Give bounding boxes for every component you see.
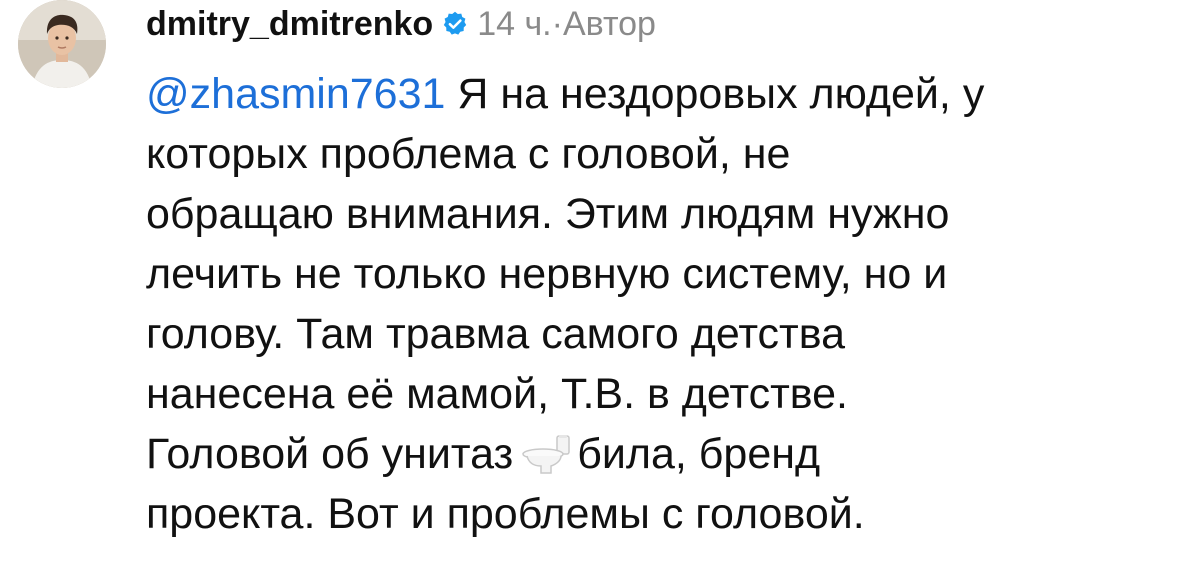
comment-line: голову. Там травма самого детства (146, 310, 846, 358)
comment-line: проекта. Вот и проблемы с головой. (146, 490, 865, 538)
comment-header: dmitry_dmitrenko 14 ч. · Автор (146, 4, 656, 44)
comment-line: @zhasmin7631 Я на нездоровых людей, у (146, 64, 1191, 124)
comment-line: Головой об унитаз била, бренд (146, 424, 1191, 484)
author-badge: Автор (562, 4, 656, 43)
avatar-image (18, 0, 106, 88)
toilet-icon (522, 435, 570, 474)
verified-badge-icon (443, 11, 467, 35)
comment-line-text: Головой об унитаз (146, 430, 514, 478)
comment-line: лечить не только нервную систему, но и (146, 250, 948, 298)
mention-link[interactable]: @zhasmin7631 (146, 70, 445, 118)
comment-time: 14 ч. (477, 4, 552, 43)
comment-text: @zhasmin7631 Я на нездоровых людей, у ко… (146, 64, 1191, 544)
comment-line: которых проблема с головой, не (146, 130, 791, 178)
comment-line-text: била, бренд (577, 430, 821, 478)
username-link[interactable]: dmitry_dmitrenko (146, 5, 433, 44)
avatar[interactable] (18, 0, 106, 88)
comment-line: нанесена её мамой, Т.В. в детстве. (146, 370, 849, 418)
comment-line-text: Я на нездоровых людей, у (445, 70, 985, 118)
meta-separator: · (551, 4, 563, 43)
comment-line: обращаю внимания. Этим людям нужно (146, 190, 950, 238)
